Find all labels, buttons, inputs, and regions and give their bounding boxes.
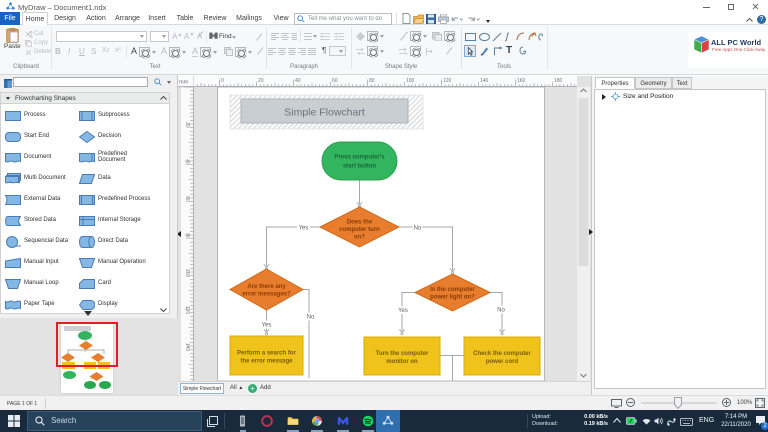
svg-text:100: 100	[184, 269, 190, 278]
svg-text:computer turn: computer turn	[339, 227, 380, 233]
svg-text:Yes: Yes	[299, 226, 309, 232]
svg-text:100: 100	[406, 78, 415, 84]
svg-text:power light on?: power light on?	[430, 295, 475, 301]
svg-text:Perform a search for: Perform a search for	[237, 351, 296, 357]
svg-text:Simple Flowchart: Simple Flowchart	[284, 107, 365, 119]
svg-text:No: No	[414, 226, 422, 232]
svg-text:No: No	[497, 308, 505, 314]
svg-text:20: 20	[258, 78, 264, 84]
svg-text:on?: on?	[354, 235, 365, 241]
svg-text:power cord: power cord	[486, 359, 519, 365]
svg-text:monitor on: monitor on	[386, 359, 418, 365]
svg-text:start button: start button	[343, 164, 377, 170]
svg-text:160: 160	[517, 78, 526, 84]
svg-text:0: 0	[221, 78, 224, 84]
svg-text:60: 60	[332, 78, 338, 84]
svg-text:error messages?: error messages?	[242, 292, 291, 298]
svg-text:80: 80	[184, 233, 190, 239]
svg-text:120: 120	[443, 78, 452, 84]
svg-text:Does the: Does the	[347, 220, 373, 226]
svg-text:140: 140	[480, 78, 489, 84]
svg-text:40: 40	[295, 78, 301, 84]
svg-text:Check the computer: Check the computer	[473, 351, 531, 357]
svg-text:40: 40	[184, 159, 190, 165]
svg-text:Yes: Yes	[262, 323, 272, 329]
svg-text:No: No	[307, 315, 315, 321]
svg-text:Turn the computer: Turn the computer	[376, 351, 429, 357]
svg-text:the error message: the error message	[240, 359, 293, 365]
svg-text:Is the computer: Is the computer	[430, 287, 475, 293]
svg-text:140: 140	[184, 343, 190, 352]
svg-text:Press computer's: Press computer's	[334, 155, 385, 161]
svg-text:20: 20	[184, 122, 190, 128]
svg-text:80: 80	[369, 78, 375, 84]
svg-text:Are there any: Are there any	[247, 284, 286, 290]
svg-text:mm: mm	[179, 80, 189, 86]
svg-text:Yes: Yes	[398, 308, 408, 314]
svg-text:180: 180	[554, 78, 563, 84]
svg-text:120: 120	[184, 306, 190, 315]
svg-text:60: 60	[184, 196, 190, 202]
